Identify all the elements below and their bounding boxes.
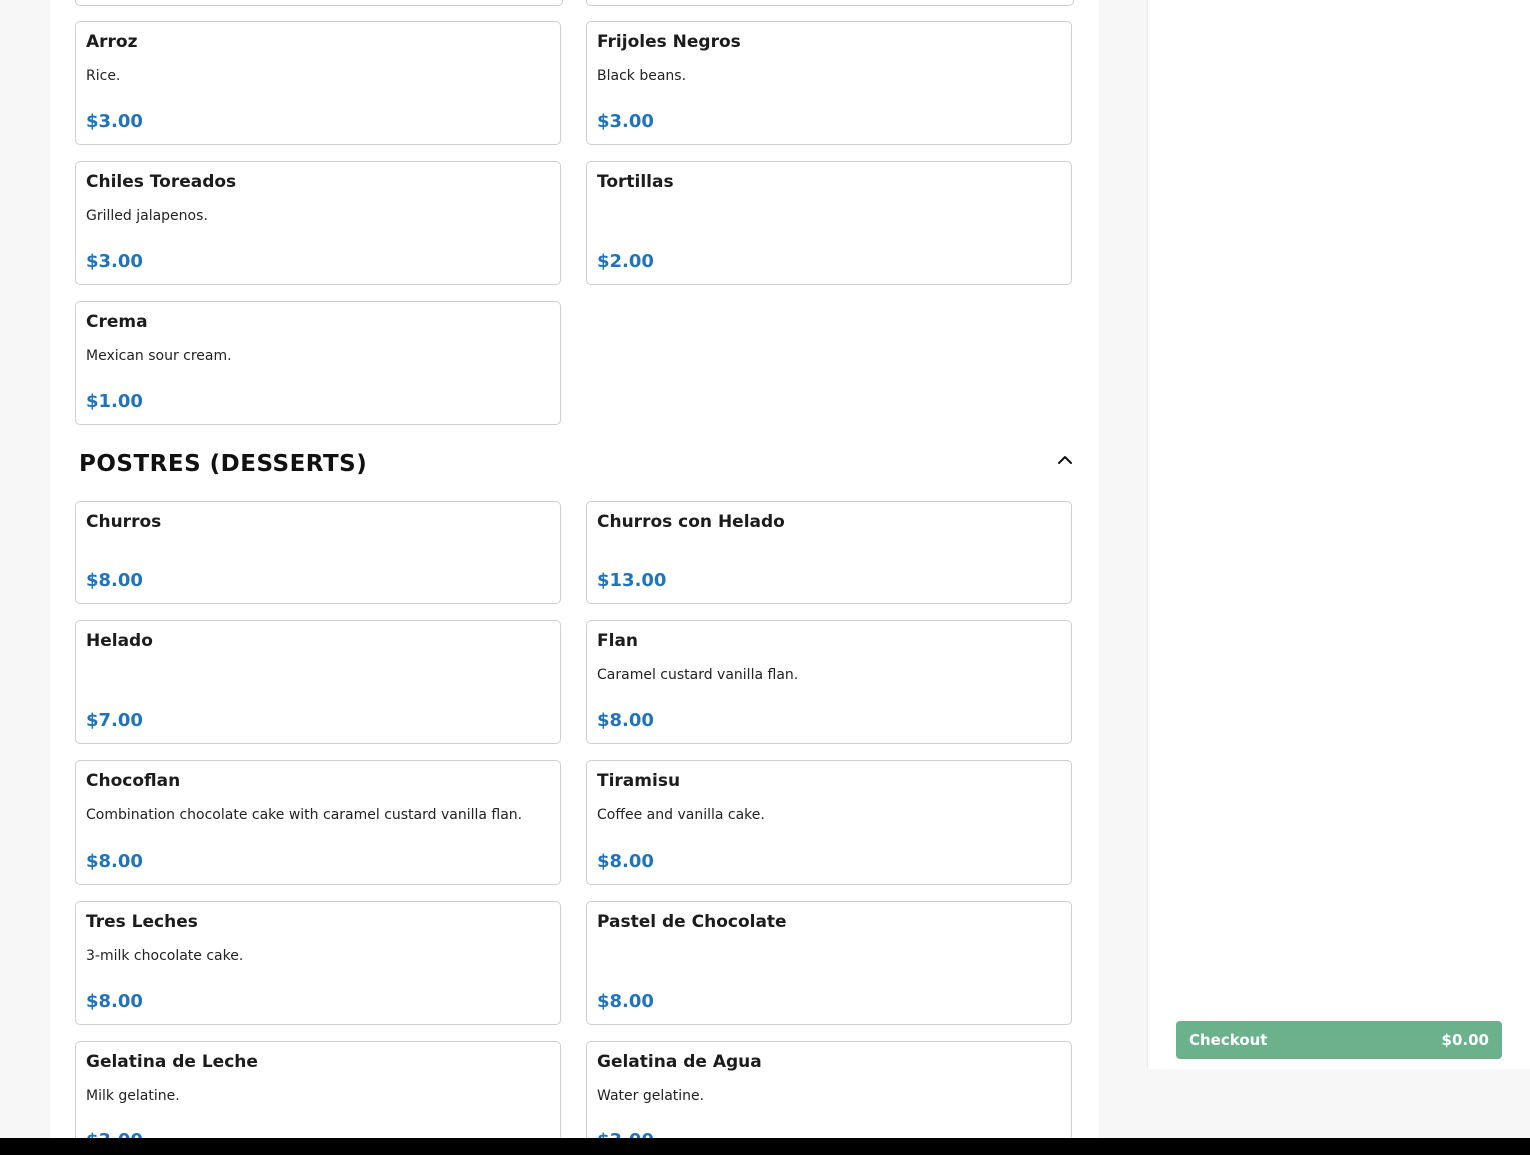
menu-item-card[interactable]: Crema Mexican sour cream. $1.00 bbox=[75, 301, 561, 425]
menu-item-price: $8.00 bbox=[597, 851, 654, 872]
menu-item-name: Gelatina de Agua bbox=[597, 1052, 762, 1072]
menu-item-card[interactable]: Frijoles Negros Black beans. $3.00 bbox=[586, 21, 1072, 145]
menu-item-name: Arroz bbox=[86, 32, 138, 52]
checkout-button[interactable]: Checkout $0.00 bbox=[1176, 1021, 1502, 1059]
menu-item-card[interactable]: Tortillas $2.00 bbox=[586, 161, 1072, 285]
menu-item-name: Crema bbox=[86, 312, 148, 332]
menu-item-card[interactable]: Churros con Helado $13.00 bbox=[586, 501, 1072, 604]
menu-item-price: $1.00 bbox=[86, 391, 143, 412]
menu-item-description: Mexican sour cream. bbox=[86, 348, 232, 364]
menu-item-price: $3.00 bbox=[86, 111, 143, 132]
menu-item-description: Grilled jalapenos. bbox=[86, 208, 208, 224]
menu-item-card[interactable]: Chocoflan Combination chocolate cake wit… bbox=[75, 760, 561, 885]
menu-item-price: $3.00 bbox=[86, 251, 143, 272]
menu-item-price: $3.00 bbox=[597, 111, 654, 132]
menu-item-card[interactable]: Tres Leches 3-milk chocolate cake. $8.00 bbox=[75, 901, 561, 1025]
menu-item-name: Frijoles Negros bbox=[597, 32, 741, 52]
menu-item-description: Coffee and vanilla cake. bbox=[597, 807, 765, 823]
menu-item-name: Chocoflan bbox=[86, 771, 181, 791]
menu-item-description: 3-milk chocolate cake. bbox=[86, 948, 244, 964]
menu-item-name: Chiles Toreados bbox=[86, 172, 237, 192]
menu-item-name: Tiramisu bbox=[597, 771, 681, 791]
menu-item-card[interactable]: Flan Caramel custard vanilla flan. $8.00 bbox=[586, 620, 1072, 744]
menu-item-name: Gelatina de Leche bbox=[86, 1052, 258, 1072]
page: Arroz Rice. $3.00 Frijoles Negros Black … bbox=[0, 0, 1530, 1155]
checkout-label: Checkout bbox=[1189, 1031, 1268, 1049]
menu-item-description: Combination chocolate cake with caramel … bbox=[86, 807, 523, 823]
cart-total: $0.00 bbox=[1441, 1031, 1489, 1049]
menu-item-price: $2.00 bbox=[597, 251, 654, 272]
menu-item-description: Rice. bbox=[86, 68, 121, 84]
menu-column: Arroz Rice. $3.00 Frijoles Negros Black … bbox=[50, 0, 1099, 1155]
menu-item-card[interactable]: Tiramisu Coffee and vanilla cake. $8.00 bbox=[586, 760, 1072, 885]
menu-item-name: Tortillas bbox=[597, 172, 674, 192]
menu-item-card[interactable]: Pastel de Chocolate $8.00 bbox=[586, 901, 1072, 1025]
menu-item-price: $13.00 bbox=[597, 570, 667, 591]
menu-item-card-partial[interactable] bbox=[75, 0, 563, 6]
menu-item-card[interactable]: Arroz Rice. $3.00 bbox=[75, 21, 561, 145]
menu-item-card[interactable]: Churros $8.00 bbox=[75, 501, 561, 604]
menu-item-name: Tres Leches bbox=[86, 912, 198, 932]
menu-item-price: $8.00 bbox=[86, 851, 143, 872]
menu-item-price: $8.00 bbox=[597, 710, 654, 731]
chevron-up-icon bbox=[1058, 456, 1072, 464]
menu-item-name: Helado bbox=[86, 631, 153, 651]
menu-item-price: $8.00 bbox=[86, 991, 143, 1012]
menu-item-card[interactable]: Helado $7.00 bbox=[75, 620, 561, 744]
menu-item-name: Pastel de Chocolate bbox=[597, 912, 787, 932]
menu-item-card[interactable]: Chiles Toreados Grilled jalapenos. $3.00 bbox=[75, 161, 561, 285]
cart-panel bbox=[1147, 0, 1530, 1069]
section-collapse-button[interactable] bbox=[1055, 450, 1075, 470]
menu-item-description: Water gelatine. bbox=[597, 1088, 705, 1104]
bottom-bar bbox=[0, 1138, 1530, 1155]
section-title-desserts: POSTRES (DESSERTS) bbox=[79, 451, 368, 477]
menu-item-price: $8.00 bbox=[597, 991, 654, 1012]
menu-item-price: $7.00 bbox=[86, 710, 143, 731]
menu-item-description: Caramel custard vanilla flan. bbox=[597, 667, 799, 683]
menu-item-name: Flan bbox=[597, 631, 639, 651]
menu-item-description: Milk gelatine. bbox=[86, 1088, 180, 1104]
menu-item-name: Churros con Helado bbox=[597, 512, 785, 532]
menu-item-price: $8.00 bbox=[86, 570, 143, 591]
menu-item-card-partial[interactable] bbox=[586, 0, 1074, 6]
menu-item-description: Black beans. bbox=[597, 68, 687, 84]
menu-item-name: Churros bbox=[86, 512, 162, 532]
